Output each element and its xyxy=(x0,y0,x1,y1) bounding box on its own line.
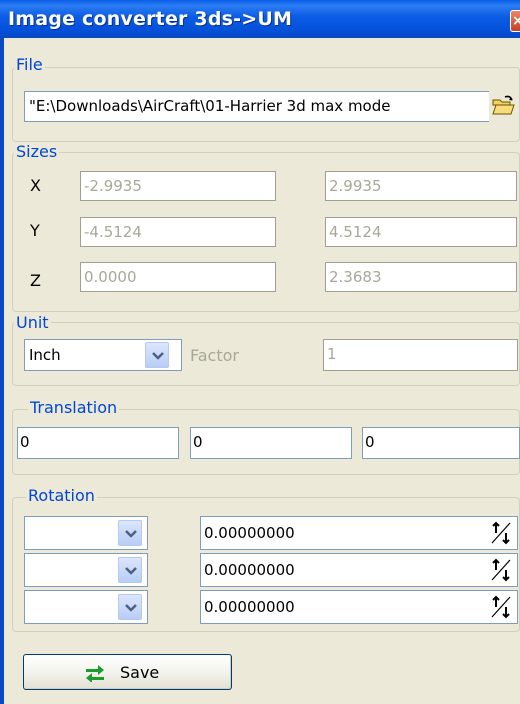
rotation-axis-dropdown-button[interactable] xyxy=(118,594,142,620)
rotation-spin-button[interactable] xyxy=(488,556,514,584)
save-arrows-icon xyxy=(86,665,104,682)
size-y-min-field[interactable]: -4.5124 xyxy=(80,217,276,247)
chevron-down-icon xyxy=(125,567,137,575)
size-z-label: Z xyxy=(30,271,41,290)
spin-arrows-icon xyxy=(491,521,511,545)
spin-arrows-icon xyxy=(491,595,511,619)
size-z-min-field[interactable]: 0.0000 xyxy=(80,262,276,292)
window-border xyxy=(0,38,4,704)
unit-dropdown-button[interactable] xyxy=(145,342,169,368)
save-button-label: Save xyxy=(120,663,160,682)
folder-open-icon xyxy=(492,95,515,115)
size-z-max-field[interactable]: 2.3683 xyxy=(325,262,517,292)
translation-y-field[interactable]: 0 xyxy=(190,427,352,459)
close-icon: × xyxy=(512,12,520,30)
rotation-axis-dropdown-button[interactable] xyxy=(118,520,142,546)
chevron-down-icon xyxy=(125,604,137,612)
factor-field[interactable]: 1 xyxy=(323,339,518,371)
browse-button[interactable] xyxy=(490,93,516,119)
size-x-min-field[interactable]: -2.9935 xyxy=(80,171,276,201)
unit-selected-value: Inch xyxy=(29,346,61,364)
translation-x-field[interactable]: 0 xyxy=(17,427,179,459)
chevron-down-icon xyxy=(152,352,164,360)
save-button[interactable]: Save xyxy=(23,654,232,690)
translation-legend: Translation xyxy=(28,398,120,417)
rotation-spin-button[interactable] xyxy=(488,593,514,621)
size-x-label: X xyxy=(30,176,41,195)
translation-z-field[interactable]: 0 xyxy=(362,427,520,459)
chevron-down-icon xyxy=(125,530,137,538)
rotation-angle-field[interactable]: 0.00000000 xyxy=(200,516,518,550)
close-button[interactable]: × xyxy=(510,10,520,32)
title-bar[interactable]: Image converter 3ds->UM xyxy=(0,0,520,38)
file-path-field[interactable]: "E:\Downloads\AirCraft\01-Harrier 3d max… xyxy=(24,91,489,122)
rotation-spin-button[interactable] xyxy=(488,519,514,547)
rotation-angle-field[interactable]: 0.00000000 xyxy=(200,590,518,624)
size-y-max-field[interactable]: 4.5124 xyxy=(325,217,517,247)
rotation-axis-dropdown-button[interactable] xyxy=(118,557,142,583)
rotation-legend: Rotation xyxy=(26,486,97,505)
rotation-angle-field[interactable]: 0.00000000 xyxy=(200,553,518,587)
spin-arrows-icon xyxy=(491,558,511,582)
factor-label: Factor xyxy=(190,346,239,365)
sizes-legend: Sizes xyxy=(14,142,60,161)
size-x-max-field[interactable]: 2.9935 xyxy=(325,171,517,201)
unit-legend: Unit xyxy=(14,313,51,332)
size-y-label: Y xyxy=(30,221,40,240)
window-title: Image converter 3ds->UM xyxy=(8,8,293,30)
file-legend: File xyxy=(14,55,45,74)
